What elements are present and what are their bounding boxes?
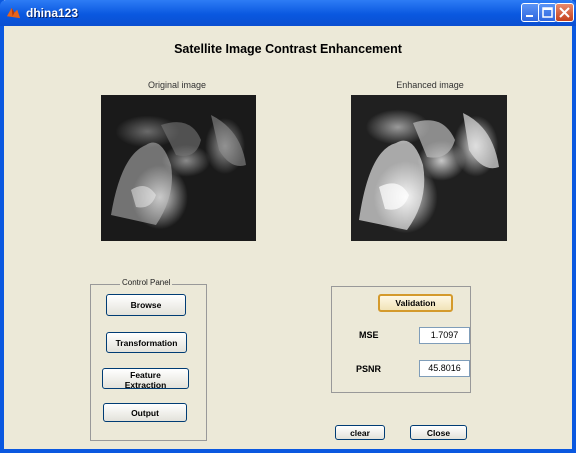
transformation-button[interactable]: Transformation [106, 332, 187, 353]
feature-extraction-button[interactable]: Feature Extraction [102, 368, 189, 390]
page-title: Satellite Image Contrast Enhancement [174, 42, 402, 56]
output-button[interactable]: Output [103, 403, 187, 422]
enhanced-satellite-image [359, 113, 499, 230]
validation-button[interactable]: Validation [378, 294, 453, 312]
maximize-icon [542, 7, 553, 18]
title-bar[interactable]: dhina123 [0, 0, 576, 26]
window-title: dhina123 [26, 6, 79, 20]
matlab-icon [6, 7, 21, 19]
clear-button[interactable]: clear [335, 425, 385, 440]
enhanced-image-label: Enhanced image [396, 80, 464, 90]
original-image [101, 95, 256, 241]
control-panel-title: Control Panel [120, 278, 173, 287]
close-button[interactable]: Close [410, 425, 467, 440]
mse-field[interactable]: 1.7097 [419, 327, 470, 344]
original-satellite-image [111, 115, 246, 225]
enhanced-image [351, 95, 507, 241]
psnr-field[interactable]: 45.8016 [419, 360, 470, 377]
app-window: dhina123 Satellite Image Contrast Enhanc… [0, 0, 576, 453]
browse-button[interactable]: Browse [106, 294, 186, 316]
close-icon [559, 7, 570, 18]
mse-label: MSE [359, 330, 379, 340]
minimize-icon [526, 15, 533, 17]
original-image-label: Original image [147, 80, 207, 90]
psnr-label: PSNR [356, 364, 382, 374]
close-window-button[interactable] [555, 3, 574, 22]
